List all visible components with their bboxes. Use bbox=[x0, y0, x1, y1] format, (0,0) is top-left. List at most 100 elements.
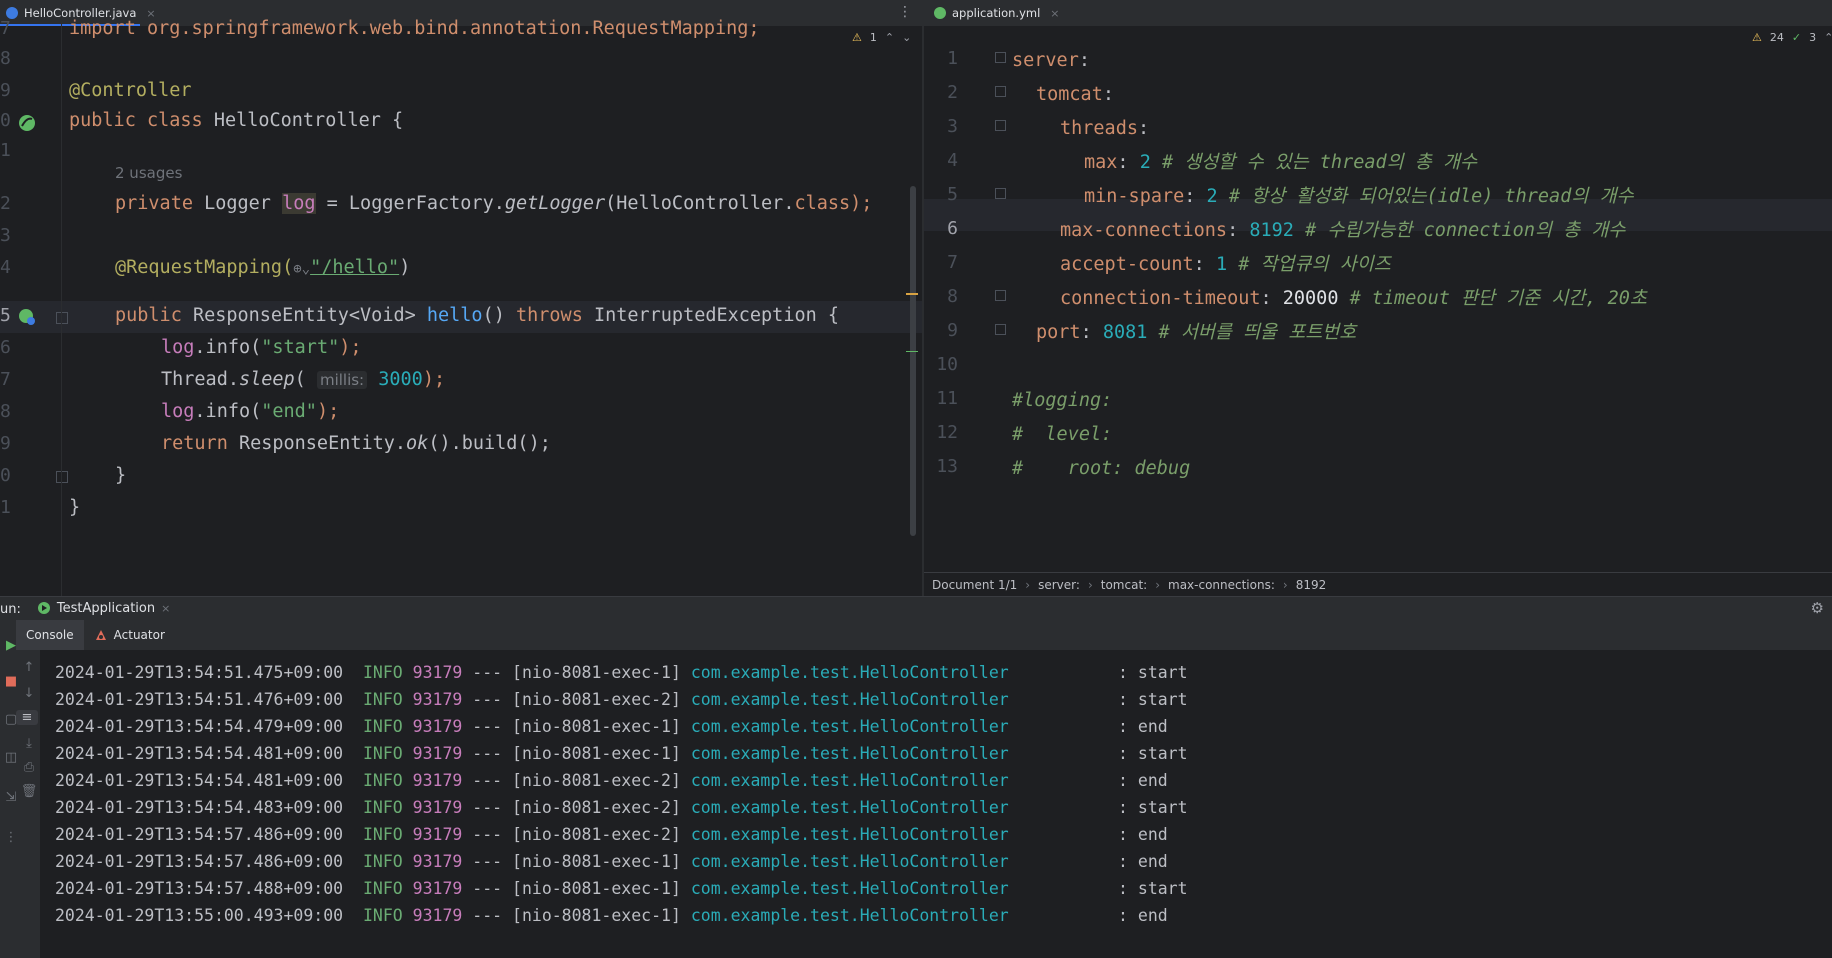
clear-all-icon[interactable]: 🗑 bbox=[18, 784, 40, 799]
log-message: : end bbox=[1118, 906, 1168, 925]
log-level: INFO bbox=[362, 744, 403, 763]
param-hint-millis: millis: bbox=[316, 371, 368, 389]
yaml-line-threads: threads: bbox=[1060, 118, 1150, 139]
scroll-to-end-icon[interactable]: ⤓ bbox=[18, 736, 40, 751]
breadcrumb-item[interactable]: Document 1/1 bbox=[932, 578, 1017, 592]
line-number: 9 bbox=[947, 320, 958, 341]
log-message: : start bbox=[1118, 744, 1188, 763]
log-message: : start bbox=[1118, 798, 1188, 817]
fold-toggle-icon[interactable] bbox=[995, 188, 1006, 199]
yaml-code-area[interactable]: server: tomcat: threads: max: 2 # 생성할 수 … bbox=[1012, 26, 1832, 596]
thread-class: Thread. bbox=[161, 369, 239, 390]
log-message: : end bbox=[1118, 771, 1168, 790]
close-tab-icon[interactable]: × bbox=[1050, 7, 1059, 20]
value-max-connections: 8192 bbox=[1249, 220, 1294, 241]
run-config-tab[interactable]: TestApplication × bbox=[32, 596, 175, 622]
log-line: 2024-01-29T13:55:00.493+09:00 INFO 93179… bbox=[55, 902, 1168, 929]
fold-toggle-icon[interactable] bbox=[56, 312, 68, 324]
line-number: 0 bbox=[0, 110, 11, 131]
tab-application-yml[interactable]: application.yml × bbox=[928, 0, 1066, 26]
breadcrumb-item[interactable]: tomcat: bbox=[1101, 578, 1147, 592]
console-output[interactable]: 2024-01-29T13:54:51.475+09:00 INFO 93179… bbox=[40, 650, 1832, 958]
log-call: .info( bbox=[194, 337, 262, 358]
close-tab-icon[interactable]: × bbox=[161, 602, 170, 615]
fold-toggle-icon[interactable] bbox=[995, 120, 1006, 131]
line-number: 7 bbox=[947, 252, 958, 273]
log-separator: --- bbox=[472, 663, 503, 682]
log-message: : end bbox=[1118, 825, 1168, 844]
kw-public-method: public bbox=[115, 305, 182, 326]
gear-icon[interactable]: ⚙ bbox=[1811, 599, 1824, 617]
breadcrumb-item[interactable]: 8192 bbox=[1296, 578, 1327, 592]
tab-label: application.yml bbox=[952, 6, 1041, 20]
soft-wrap-icon[interactable]: ≡ bbox=[16, 710, 38, 725]
usages-hint[interactable]: 2 usages bbox=[115, 160, 182, 186]
tab-console-label: Console bbox=[26, 628, 74, 642]
kw-class2: class bbox=[794, 193, 851, 214]
log-timestamp: 2024-01-29T13:54:51.476+09:00 bbox=[55, 690, 344, 709]
log-timestamp: 2024-01-29T13:54:54.479+09:00 bbox=[55, 717, 344, 736]
fold-toggle-icon[interactable] bbox=[995, 86, 1006, 97]
more-options-icon[interactable]: ⋮ bbox=[898, 4, 912, 20]
kw-private: private bbox=[115, 193, 193, 214]
scroll-down-icon[interactable]: ↓ bbox=[18, 686, 40, 701]
comment-accept-count: # 작업큐의 사이즈 bbox=[1238, 254, 1391, 275]
tab-console[interactable]: Console bbox=[16, 620, 84, 650]
java-code-area[interactable]: import org.springframework.web.bind.anno… bbox=[69, 18, 922, 596]
log-logger: com.example.test.HelloController bbox=[690, 690, 1109, 709]
log-timestamp: 2024-01-29T13:54:54.481+09:00 bbox=[55, 744, 344, 763]
change-stripe-marker[interactable] bbox=[906, 351, 918, 352]
more-icon[interactable]: ⋮ bbox=[0, 830, 22, 845]
log-arg-end: "end" bbox=[261, 401, 317, 422]
spring-bean-gutter-icon[interactable] bbox=[17, 113, 37, 133]
fold-toggle-icon[interactable] bbox=[56, 471, 68, 483]
return-fn: ok bbox=[406, 433, 429, 454]
key-server: server bbox=[1012, 50, 1079, 71]
key-connection-timeout: connection-timeout bbox=[1060, 288, 1261, 309]
return-a: ResponseEntity. bbox=[238, 433, 407, 454]
logger-init-fn: getLogger bbox=[504, 193, 606, 214]
log-level: INFO bbox=[362, 717, 403, 736]
yaml-line-level: # level: bbox=[1012, 418, 1112, 452]
line-number: 12 bbox=[936, 422, 958, 443]
breadcrumb-item[interactable]: max-connections: bbox=[1168, 578, 1275, 592]
breadcrumb-item[interactable]: server: bbox=[1038, 578, 1080, 592]
request-mapping-line: @RequestMapping(⊕⌄"/hello") bbox=[115, 253, 410, 283]
class-decl-line: public class HelloController { bbox=[69, 106, 403, 136]
log-line: 2024-01-29T13:54:54.483+09:00 INFO 93179… bbox=[55, 794, 1188, 821]
key-max: max bbox=[1084, 152, 1118, 173]
log-ref: log bbox=[161, 401, 195, 422]
vertical-scrollbar[interactable] bbox=[910, 186, 916, 536]
log-level: INFO bbox=[362, 771, 403, 790]
web-globe-icon[interactable]: ⊕⌄ bbox=[293, 261, 310, 277]
run-label: un: bbox=[0, 601, 21, 617]
yaml-line-port: port: 8081 # 서버를 띄울 포트번호 bbox=[1036, 322, 1357, 343]
fold-toggle-icon[interactable] bbox=[995, 324, 1006, 335]
rerun-icon[interactable]: ▶ bbox=[0, 638, 22, 653]
log-separator: --- bbox=[472, 717, 503, 736]
line-number-current: 5 bbox=[0, 305, 11, 326]
fold-toggle-icon[interactable] bbox=[995, 52, 1006, 63]
yaml-line-server: server: bbox=[1012, 50, 1090, 71]
method-decl-line: public ResponseEntity<Void> hello() thro… bbox=[115, 301, 839, 331]
value-connection-timeout: 20000 bbox=[1282, 288, 1339, 309]
yaml-file-icon bbox=[934, 7, 946, 19]
log-pid: 93179 bbox=[412, 879, 463, 898]
comment-root: # root: debug bbox=[1012, 458, 1191, 479]
log-timestamp: 2024-01-29T13:54:57.486+09:00 bbox=[55, 825, 344, 844]
comment-connection-timeout: # timeout 판단 기준 시간, 20초 bbox=[1349, 288, 1647, 309]
spring-request-mapping-gutter-icon[interactable] bbox=[17, 307, 37, 327]
kw-class: class bbox=[146, 110, 203, 131]
line-number: 13 bbox=[936, 456, 958, 477]
warning-stripe-marker[interactable] bbox=[906, 293, 918, 295]
log-message: : end bbox=[1118, 852, 1168, 871]
fold-toggle-icon[interactable] bbox=[995, 290, 1006, 301]
key-threads: threads bbox=[1060, 118, 1138, 139]
scroll-up-icon[interactable]: ↑ bbox=[18, 660, 40, 675]
print-icon[interactable]: ⎙ bbox=[18, 760, 40, 775]
comment-max-connections: # 수립가능한 connection의 총 개수 bbox=[1305, 220, 1626, 241]
tab-actuator[interactable]: Actuator bbox=[84, 620, 175, 650]
line-number: 5 bbox=[947, 184, 958, 205]
line-number: 9 bbox=[0, 80, 11, 101]
log-line: 2024-01-29T13:54:57.486+09:00 INFO 93179… bbox=[55, 821, 1168, 848]
